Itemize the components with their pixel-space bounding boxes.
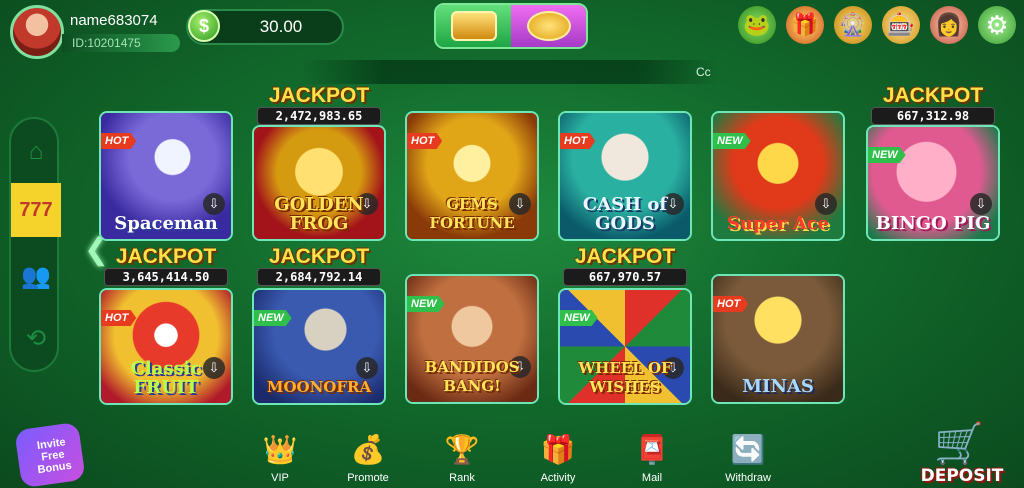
invite-text: Invite Free Bonus (36, 436, 73, 477)
download-icon[interactable]: ⇩ (356, 357, 378, 379)
piggy-bank-icon (526, 11, 571, 41)
nav-label: Rank (449, 472, 475, 484)
hot-badge: HOT (101, 133, 137, 149)
new-badge: NEW (560, 310, 598, 326)
marquee-bar (300, 60, 720, 84)
nav-vip[interactable]: 👑 VIP (240, 428, 320, 485)
marquee-text: Cc (696, 65, 711, 79)
game-title: GEMS FORTUNE (429, 195, 515, 232)
game-title: BINGO PIG (875, 213, 991, 234)
new-badge: NEW (713, 133, 751, 149)
treasure-chest-icon (450, 11, 497, 41)
frog-mascot-icon[interactable]: 🐸 (738, 6, 776, 44)
wheel-icon[interactable]: 🎡 (834, 6, 872, 44)
jackpot-label: JACKPOT (882, 84, 984, 107)
tab-slots[interactable] (436, 5, 511, 47)
nav-withdraw[interactable]: 🔄 Withdraw (708, 428, 788, 485)
jackpot-value: 667,312.98 (871, 107, 995, 125)
download-icon[interactable]: ⇩ (970, 193, 992, 215)
game-title: GOLDEN FROG (274, 194, 364, 234)
gift-box-icon: 🎁 (540, 433, 576, 465)
top-icons: 🐸 🎁 🎡 🎰 👩 ⚙ (738, 6, 1016, 44)
user-name: name683074 (70, 12, 158, 29)
hot-badge: HOT (560, 133, 596, 149)
nav-promote[interactable]: 💰 Promote (328, 428, 408, 485)
game-title: Classic FRUIT (130, 358, 202, 398)
gear-icon[interactable]: ⚙ (978, 6, 1016, 44)
user-id: ID:10201475 (72, 36, 141, 50)
sidebar: ⌂ 777 👥 ⟲ (9, 117, 61, 372)
game-tile[interactable]: HOT ⇩ Classic FRUIT (99, 288, 233, 405)
lucky-box-icon[interactable]: 🎰 (882, 6, 920, 44)
download-icon[interactable]: ⇩ (203, 193, 225, 215)
nav-label: Activity (540, 472, 576, 484)
game-tile[interactable]: HOT ⇩ GEMS FORTUNE (405, 111, 539, 241)
home-icon[interactable]: ⌂ (11, 125, 61, 179)
mailbox-icon: 📮 (634, 433, 670, 465)
gift-box-icon[interactable]: 🎁 (786, 6, 824, 44)
history-icon[interactable]: ⟲ (11, 311, 61, 365)
coins-icon: 💰 (350, 433, 386, 465)
game-tile[interactable]: NEW ⇩ BANDIDOS BANG! (405, 274, 539, 404)
avatar[interactable] (10, 5, 64, 59)
jackpot-value: 2,684,792.14 (257, 268, 381, 286)
exchange-icon: 🔄 (730, 433, 766, 465)
game-tile[interactable]: NEW ⇩ MOONOFRA (252, 288, 386, 405)
game-title: Spaceman (114, 213, 218, 234)
support-agent-icon[interactable]: 👩 (930, 6, 968, 44)
jackpot-value: 2,472,983.65 (257, 107, 381, 125)
trophy-icon: 🏆 (444, 433, 480, 465)
hot-badge: HOT (407, 133, 443, 149)
game-title: MOONOFRA (266, 378, 372, 396)
game-title: MINAS (742, 376, 814, 397)
players-icon[interactable]: 👥 (11, 249, 61, 303)
hot-badge: HOT (713, 296, 749, 312)
game-tile[interactable]: HOT ⇩ CASH of GODS (558, 111, 692, 241)
bottom-nav: 👑 VIP 💰 Promote 🏆 Rank 🎁 Activity 📮 Mail… (240, 428, 800, 488)
shopping-cart-icon: 🛒 (934, 422, 984, 466)
game-tile[interactable]: NEW ⇩ BINGO PIG (866, 125, 1000, 241)
jackpot-label: JACKPOT (268, 84, 370, 107)
nav-label: Withdraw (725, 472, 771, 484)
deposit-label: DEPOSIT (920, 466, 1004, 486)
new-badge: NEW (407, 296, 445, 312)
jackpot-label: JACKPOT (115, 245, 217, 268)
new-badge: NEW (254, 310, 292, 326)
nav-rank[interactable]: 🏆 Rank (422, 428, 502, 485)
game-title: WHEEL OF WISHES (578, 359, 672, 396)
jackpot-value: 3,645,414.50 (104, 268, 228, 286)
nav-mail[interactable]: 📮 Mail (612, 428, 692, 485)
nav-label: Promote (347, 472, 389, 484)
nav-label: Mail (641, 472, 663, 484)
nav-label: VIP (271, 472, 289, 484)
balance-amount: 30.00 (259, 17, 303, 36)
sidebar-item-slots[interactable]: 777 (11, 183, 61, 237)
new-badge: NEW (868, 147, 906, 163)
game-tile[interactable]: HOT ⇩ Spaceman (99, 111, 233, 241)
download-icon[interactable]: ⇩ (815, 193, 837, 215)
jackpot-value: 667,970.57 (563, 268, 687, 286)
jackpot-label: JACKPOT (574, 245, 676, 268)
dollar-coin-icon[interactable]: $ (188, 10, 220, 42)
deposit-button[interactable]: 🛒 DEPOSIT (912, 420, 1012, 488)
game-tile[interactable]: NEW ⇩ WHEEL OF WISHES (558, 288, 692, 405)
game-tile[interactable]: NEW ⇩ Super Ace (711, 111, 845, 241)
hot-badge: HOT (101, 310, 137, 326)
invite-bonus-button[interactable]: Invite Free Bonus (8, 421, 88, 488)
game-tile[interactable]: HOT MINAS (711, 274, 845, 404)
crown-icon: 👑 (262, 433, 298, 465)
game-title: BANDIDOS BANG! (424, 358, 520, 395)
nav-activity[interactable]: 🎁 Activity (518, 428, 598, 485)
game-tile[interactable]: ⇩ GOLDEN FROG (252, 125, 386, 241)
tab-piggy[interactable] (511, 5, 586, 47)
game-title: CASH of GODS (582, 194, 668, 234)
mode-tabs (434, 3, 588, 49)
jackpot-label: JACKPOT (268, 245, 370, 268)
sidebar-item-label: 777 (19, 198, 53, 221)
game-title: Super Ace (726, 213, 830, 234)
